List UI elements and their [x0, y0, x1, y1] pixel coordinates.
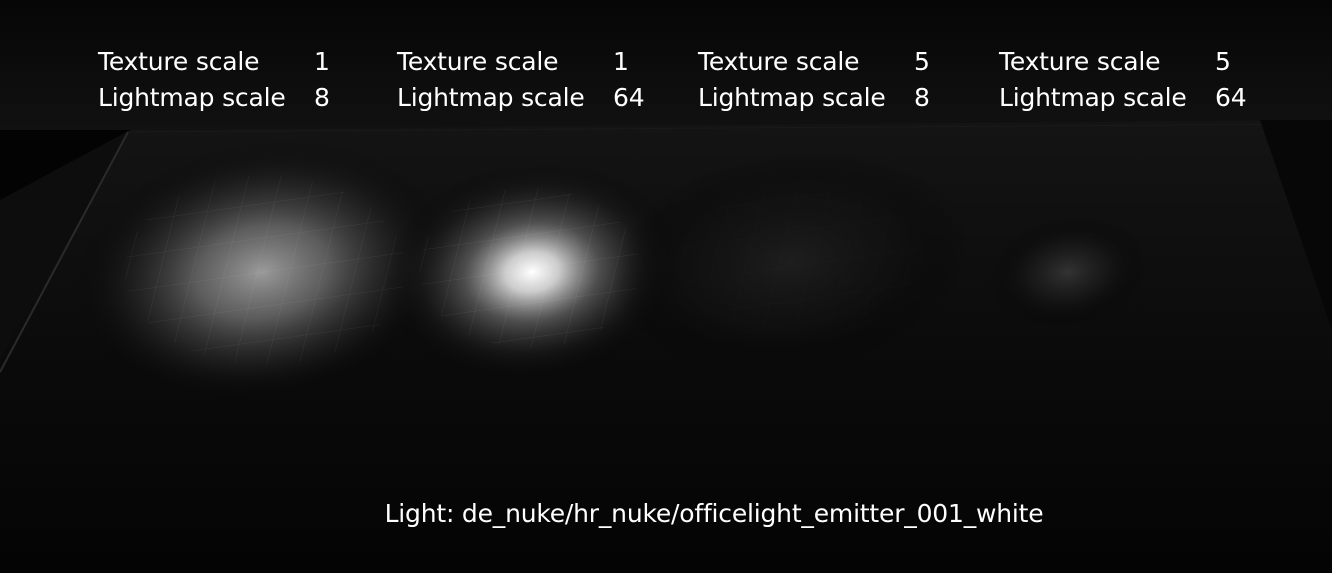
lightmap-scale-label: Lightmap scale — [698, 83, 886, 112]
lightmap-scale-row: Lightmap scale 64 — [999, 80, 1259, 116]
texture-scale-row: Texture scale 5 — [999, 44, 1259, 80]
lightmap-scale-label: Lightmap scale — [397, 83, 585, 112]
lightmap-scale-label: Lightmap scale — [999, 83, 1187, 112]
lightmap-scale-label: Lightmap scale — [98, 83, 286, 112]
lightmap-scale-value: 8 — [914, 83, 930, 112]
lightmap-scale-value: 64 — [613, 83, 645, 112]
texture-scale-value: 1 — [613, 47, 629, 76]
lightmap-scale-row: Lightmap scale 8 — [98, 80, 358, 116]
lightmap-scale-row: Lightmap scale 8 — [698, 80, 958, 116]
texture-scale-value: 5 — [914, 47, 930, 76]
panel-3-labels: Texture scale 5 Lightmap scale 8 — [698, 44, 958, 116]
texture-scale-label: Texture scale — [98, 47, 260, 76]
texture-scale-label: Texture scale — [698, 47, 860, 76]
scale-labels: Texture scale 1 Lightmap scale 8 Texture… — [0, 44, 1332, 124]
texture-scale-row: Texture scale 1 — [98, 44, 358, 80]
panel-1-labels: Texture scale 1 Lightmap scale 8 — [98, 44, 358, 116]
panel-4-labels: Texture scale 5 Lightmap scale 64 — [999, 44, 1259, 116]
lightmap-scale-value: 64 — [1215, 83, 1247, 112]
texture-scale-label: Texture scale — [999, 47, 1161, 76]
lightmap-scale-value: 8 — [314, 83, 330, 112]
texture-scale-label: Texture scale — [397, 47, 559, 76]
light-caption: Light: de_nuke/hr_nuke/officelight_emitt… — [384, 499, 1044, 528]
texture-scale-row: Texture scale 5 — [698, 44, 958, 80]
lightmap-scale-row: Lightmap scale 64 — [397, 80, 657, 116]
texture-scale-value: 5 — [1215, 47, 1231, 76]
texture-scale-row: Texture scale 1 — [397, 44, 657, 80]
panel-2-labels: Texture scale 1 Lightmap scale 64 — [397, 44, 657, 116]
texture-scale-value: 1 — [314, 47, 330, 76]
